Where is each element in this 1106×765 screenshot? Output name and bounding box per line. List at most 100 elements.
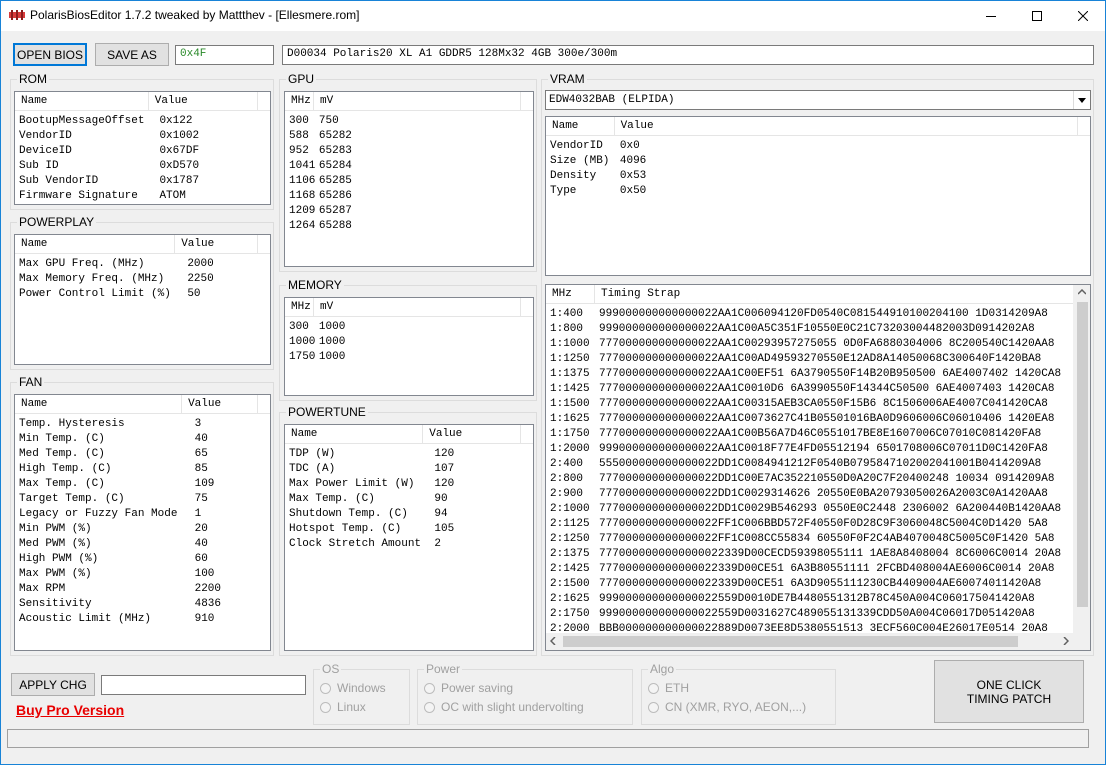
save-as-button[interactable]: SAVE AS (95, 43, 169, 66)
list-item[interactable]: BootupMessageOffset 0x122 (15, 114, 270, 129)
list-item[interactable]: High Temp. (C) 85 (15, 462, 270, 477)
close-button[interactable] (1060, 0, 1106, 31)
vram-chip-select[interactable]: EDW4032BAB (ELPIDA) (545, 90, 1091, 110)
list-item[interactable]: 2:1625 999000000000000022559D0010DE7B4480… (546, 592, 1090, 607)
apply-input[interactable] (101, 675, 306, 695)
list-item[interactable]: TDC (A) 107 (285, 462, 533, 477)
list-item[interactable]: 2:1750 999000000000000022559D0031627C4890… (546, 607, 1090, 622)
list-item[interactable]: 2:400 555000000000000022DD1C0084941212F05… (546, 457, 1090, 472)
list-item[interactable]: 588 65282 (285, 129, 533, 144)
list-item[interactable]: Hotspot Temp. (C) 105 (285, 522, 533, 537)
column-header[interactable]: MHz (546, 285, 595, 304)
list-item[interactable]: 1:400 999000000000000022AA1C006094120FD05… (546, 307, 1090, 322)
fan-list[interactable]: Name Value Temp. Hysteresis 3 Min Temp. (C) 4… (14, 394, 271, 651)
list-item[interactable]: Max Power Limit (W) 120 (285, 477, 533, 492)
list-item[interactable]: 1:800 999000000000000022AA1C00A5C351F1055… (546, 322, 1090, 337)
column-header[interactable]: Name (15, 395, 183, 414)
list-item[interactable]: 1:1250 777000000000000022AA1C00AD49593270… (546, 352, 1090, 367)
rom-list[interactable]: Name Value BootupMessageOffset 0x122 VendorI… (14, 91, 271, 205)
list-item[interactable]: 1:1425 777000000000000022AA1C0010D6 6A399… (546, 382, 1090, 397)
scroll-left-icon[interactable] (550, 637, 556, 645)
list-item[interactable]: VendorID 0x0 (546, 139, 1090, 154)
column-header[interactable]: Value (615, 117, 1078, 136)
scroll-up-icon[interactable] (1078, 289, 1086, 295)
list-item[interactable]: Med Temp. (C) 65 (15, 447, 270, 462)
list-item[interactable]: 1:1000 777000000000000022AA1C002939572750… (546, 337, 1090, 352)
checksum-field[interactable]: 0x4F (175, 45, 274, 65)
one-click-timing-patch-button[interactable]: ONE CLICK TIMING PATCH (934, 660, 1084, 723)
list-item[interactable]: 1:1750 777000000000000022AA1C00B56A7D46C0… (546, 427, 1090, 442)
powerplay-list[interactable]: Name Value Max GPU Freq. (MHz) 2000 Max Memo… (14, 234, 271, 365)
list-item[interactable]: 2:800 777000000000000022DD1C00E7AC3522105… (546, 472, 1090, 487)
column-header[interactable]: Timing Strap (595, 285, 1075, 304)
list-item[interactable]: Max PWM (%) 100 (15, 567, 270, 582)
column-header[interactable]: Name (285, 425, 424, 444)
list-item[interactable]: 2:1250 777000000000000022FF1C008CC55834 6… (546, 532, 1090, 547)
list-item[interactable]: Density 0x53 (546, 169, 1090, 184)
power-radio-oc[interactable]: OC with slight undervolting (424, 700, 584, 714)
column-header[interactable]: Value (175, 235, 258, 254)
list-item[interactable]: Sub ID 0xD570 (15, 159, 270, 174)
list-item[interactable]: Sub VendorID 0x1787 (15, 174, 270, 189)
bios-description-field[interactable]: D00034 Polaris20 XL A1 GDDR5 128Mx32 4GB… (282, 45, 1094, 65)
list-item[interactable]: Max Memory Freq. (MHz) 2250 (15, 272, 270, 287)
list-item[interactable]: 1:1500 777000000000000022AA1C00315AEB3CA0… (546, 397, 1090, 412)
chevron-down-icon[interactable] (1073, 91, 1090, 109)
column-header[interactable]: Name (15, 235, 176, 254)
horizontal-scrollbar[interactable] (546, 633, 1073, 650)
list-item[interactable]: 2:1375 7770000000000000022339D00CECD59398… (546, 547, 1090, 562)
column-header[interactable]: mV (314, 92, 521, 111)
list-item[interactable]: 1750 1000 (285, 350, 533, 365)
list-item[interactable]: 2:900 777000000000000022DD1C0029314626 20… (546, 487, 1090, 502)
list-item[interactable]: High PWM (%) 60 (15, 552, 270, 567)
list-item[interactable]: 1000 1000 (285, 335, 533, 350)
list-item[interactable]: Max Temp. (C) 90 (285, 492, 533, 507)
buy-pro-link[interactable]: Buy Pro Version (16, 702, 124, 718)
list-item[interactable]: 300 750 (285, 114, 533, 129)
timing-strap-list[interactable]: MHz Timing Strap 1:400 999000000000000022AA… (545, 284, 1091, 651)
list-item[interactable]: Med PWM (%) 40 (15, 537, 270, 552)
horizontal-scroll-thumb[interactable] (563, 636, 1018, 647)
list-item[interactable]: 300 1000 (285, 320, 533, 335)
list-item[interactable]: Target Temp. (C) 75 (15, 492, 270, 507)
vram-info-list[interactable]: Name Value VendorID 0x0 Size (MB) 4096 Density… (545, 116, 1091, 276)
algo-radio-cn[interactable]: CN (XMR, RYO, AEON,...) (648, 700, 806, 714)
vertical-scroll-thumb[interactable] (1077, 302, 1088, 607)
list-item[interactable]: 1209 65287 (285, 204, 533, 219)
list-item[interactable]: DeviceID 0x67DF (15, 144, 270, 159)
list-item[interactable]: TDP (W) 120 (285, 447, 533, 462)
column-header[interactable]: Value (182, 395, 258, 414)
list-item[interactable]: Sensitivity 4836 (15, 597, 270, 612)
open-bios-button[interactable]: OPEN BIOS (13, 43, 87, 66)
minimize-button[interactable] (968, 0, 1014, 31)
list-item[interactable]: 1:1625 777000000000000022AA1C0073627C41B0… (546, 412, 1090, 427)
list-item[interactable]: Type 0x50 (546, 184, 1090, 199)
column-header[interactable]: Name (15, 92, 149, 111)
maximize-button[interactable] (1014, 0, 1060, 31)
algo-radio-eth[interactable]: ETH (648, 681, 689, 695)
gpu-list[interactable]: MHz mV 300 750 588 65282 952 65283 1041 65284 1106… (284, 91, 534, 267)
os-radio-windows[interactable]: Windows (320, 681, 386, 695)
list-item[interactable]: Shutdown Temp. (C) 94 (285, 507, 533, 522)
list-item[interactable]: Legacy or Fuzzy Fan Mode 1 (15, 507, 270, 522)
list-item[interactable]: 1:2000 999000000000000022AA1C0018F77E4FD0… (546, 442, 1090, 457)
power-radio-saving[interactable]: Power saving (424, 681, 513, 695)
list-item[interactable]: 1106 65285 (285, 174, 533, 189)
list-item[interactable]: Temp. Hysteresis 3 (15, 417, 270, 432)
list-item[interactable]: 2:1000 777000000000000022DD1C0029B546293 … (546, 502, 1090, 517)
list-item[interactable]: VendorID 0x1002 (15, 129, 270, 144)
list-item[interactable]: Max GPU Freq. (MHz) 2000 (15, 257, 270, 272)
list-item[interactable]: 2:1425 777000000000000022339D00CE51 6A3B8… (546, 562, 1090, 577)
list-item[interactable]: 1:1375 777000000000000022AA1C00EF51 6A379… (546, 367, 1090, 382)
column-header[interactable]: Value (423, 425, 521, 444)
list-item[interactable]: Firmware Signature ATOM (15, 189, 270, 204)
list-item[interactable]: Min PWM (%) 20 (15, 522, 270, 537)
scroll-right-icon[interactable] (1063, 637, 1069, 645)
list-item[interactable]: Power Control Limit (%) 50 (15, 287, 270, 302)
column-header[interactable]: Name (546, 117, 615, 136)
column-header[interactable]: mV (314, 298, 521, 317)
list-item[interactable]: Acoustic Limit (MHz) 910 (15, 612, 270, 627)
column-header[interactable]: MHz (285, 298, 315, 317)
list-item[interactable]: Clock Stretch Amount 2 (285, 537, 533, 552)
list-item[interactable]: 952 65283 (285, 144, 533, 159)
